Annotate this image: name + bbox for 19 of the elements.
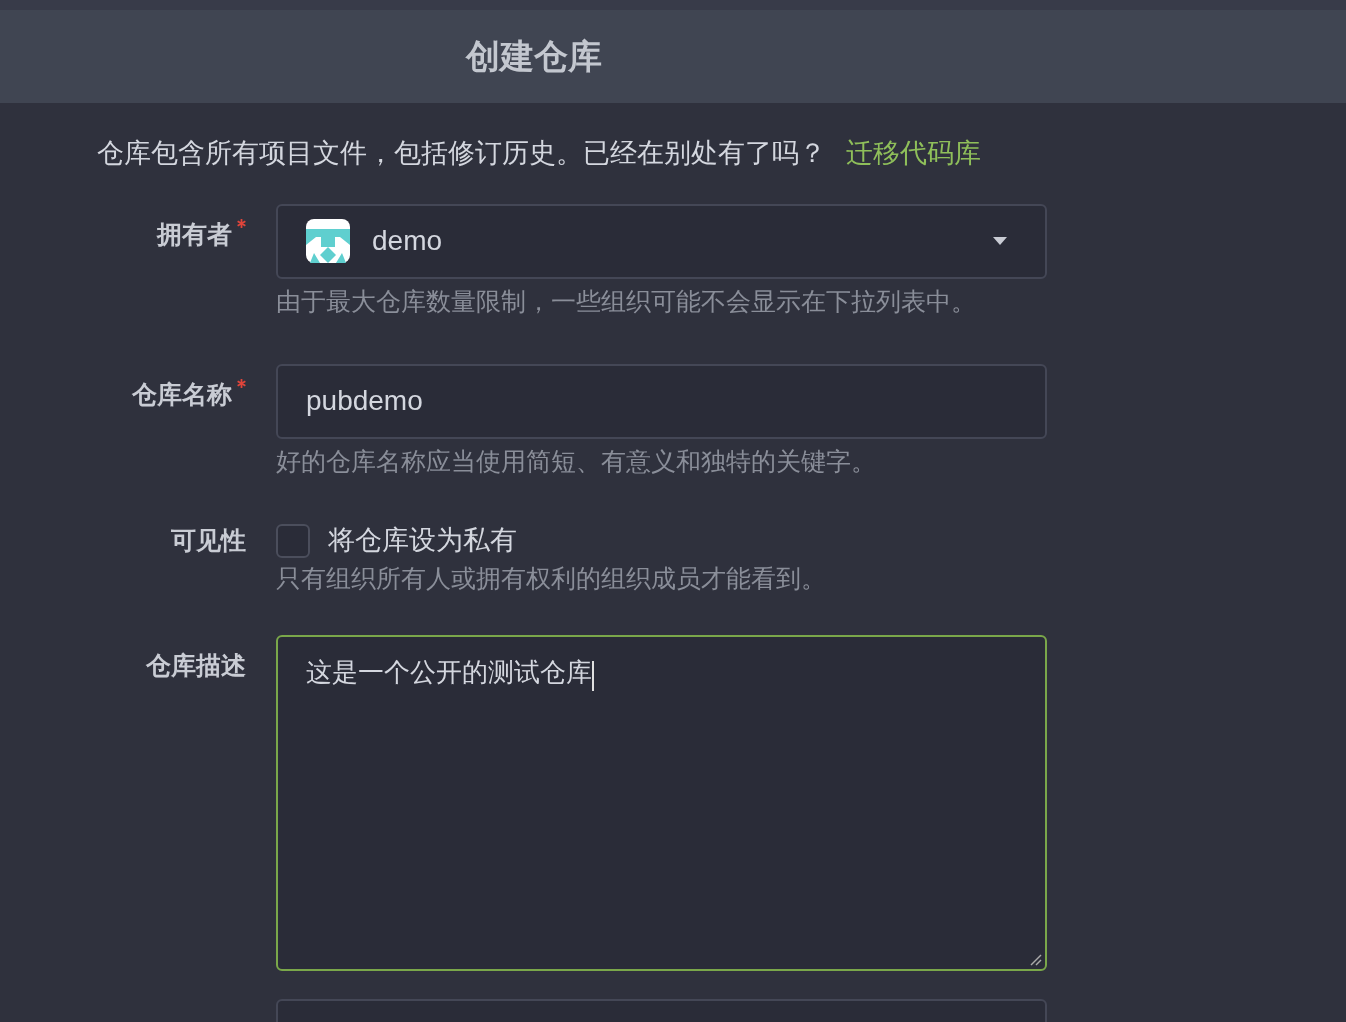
field-label: 仓库描述 xyxy=(146,652,246,681)
textarea-value: 这是一个公开的测试仓库 xyxy=(306,656,592,687)
intro-text: 仓库包含所有项目文件，包括修订历史。已经在别处有了吗？ xyxy=(97,137,826,170)
help-text: 好的仓库名称应当使用简短、有意义和独特的关键字。 xyxy=(276,448,877,474)
avatar-icon xyxy=(306,219,350,263)
field-label: 可见性 xyxy=(171,527,246,556)
resize-handle-icon[interactable] xyxy=(1030,953,1042,966)
checkbox-label[interactable]: 将仓库设为私有 xyxy=(328,527,517,554)
owner-select[interactable]: demo xyxy=(276,203,1047,279)
name-input[interactable]: pubdemo xyxy=(276,363,1047,439)
description-textarea[interactable]: 这是一个公开的测试仓库 xyxy=(276,634,1047,971)
migrate-link[interactable]: 迁移代码库 xyxy=(846,133,981,174)
field-label: 拥有者 xyxy=(157,221,232,250)
help-text: 只有组织所有人或拥有权利的组织成员才能看到。 xyxy=(276,565,826,591)
checkbox[interactable] xyxy=(276,523,310,558)
help-text: 由于最大仓库数量限制，一些组织可能不会显示在下拉列表中。 xyxy=(276,288,977,314)
caret-icon xyxy=(993,237,1007,245)
page-title: 创建仓库 xyxy=(466,36,602,77)
field-label: 仓库名称 xyxy=(132,381,232,410)
